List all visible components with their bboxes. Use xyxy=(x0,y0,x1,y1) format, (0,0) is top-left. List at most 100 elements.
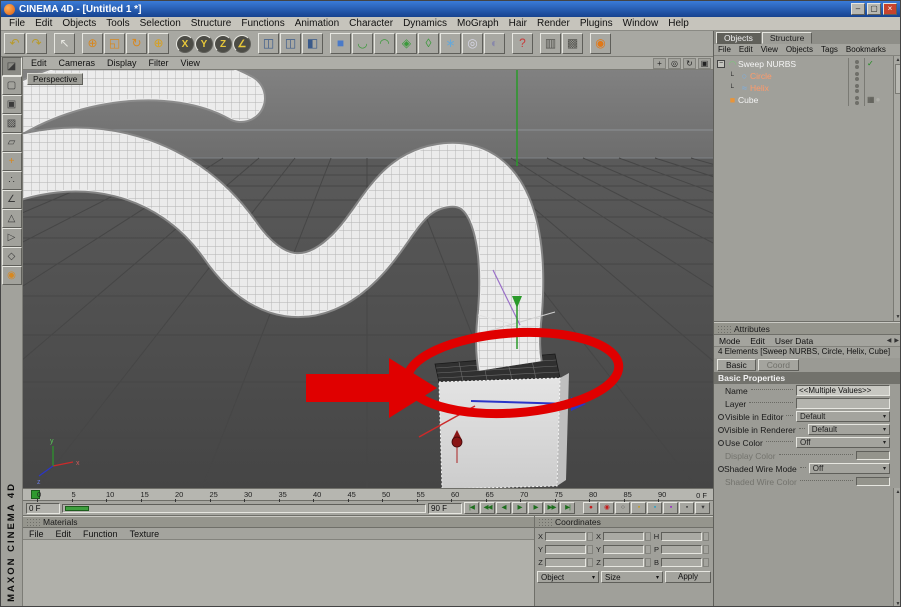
goto-start-button[interactable]: |◀ xyxy=(464,502,479,514)
attributes-scrollbar[interactable]: ▲ ▼ xyxy=(893,488,900,606)
pan-view-icon[interactable]: + xyxy=(653,57,666,69)
apply-button[interactable]: Apply xyxy=(665,571,711,583)
coord-field-size-y[interactable] xyxy=(603,545,644,554)
tab-basic[interactable]: Basic xyxy=(717,359,756,371)
menu-plugins[interactable]: Plugins xyxy=(575,18,618,29)
editor-visibility-dot[interactable] xyxy=(854,83,859,88)
render-visibility-dot[interactable] xyxy=(854,64,859,69)
texture-tag-icon[interactable]: ▦ xyxy=(867,95,875,105)
record-rotation-button[interactable]: ▪ xyxy=(663,502,678,514)
timeline-ruler[interactable]: 0 F 0 5 10 15 20 25 30 35 40 45 50 55 60 65 70 75 80 85 90 xyxy=(23,488,713,502)
lock-x-axis-icon[interactable]: X xyxy=(176,34,194,53)
menu-render[interactable]: Render xyxy=(532,18,575,29)
viewport-menu-cameras[interactable]: Cameras xyxy=(53,58,102,68)
rotate-view-icon[interactable]: ↻ xyxy=(683,57,696,69)
start-frame-field[interactable]: 0 F xyxy=(26,502,60,514)
menu-selection[interactable]: Selection xyxy=(135,18,186,29)
stepper-icon[interactable] xyxy=(703,532,709,541)
coord-field-rotation-b[interactable] xyxy=(661,558,702,567)
materials-list-area[interactable] xyxy=(23,540,534,606)
edges-mode-icon[interactable]: ∠ xyxy=(1,190,22,209)
viewport[interactable]: x y z Perspective xyxy=(23,70,713,488)
mocca-icon[interactable]: ◉ xyxy=(590,33,611,54)
add-particles-icon[interactable]: ∗ xyxy=(440,33,461,54)
attributes-title-bar[interactable]: Attributes xyxy=(714,322,900,335)
viewport-menu-display[interactable]: Display xyxy=(101,58,143,68)
object-menu-edit[interactable]: Edit xyxy=(735,45,757,54)
next-frame-button[interactable]: ▶ xyxy=(528,502,543,514)
menu-objects[interactable]: Objects xyxy=(57,18,101,29)
add-nurbs-icon[interactable]: ◠ xyxy=(374,33,395,54)
previous-frame-button[interactable]: ◀ xyxy=(496,502,511,514)
viewport-menu-filter[interactable]: Filter xyxy=(143,58,175,68)
coord-field-rotation-h[interactable] xyxy=(661,532,702,541)
materials-title-bar[interactable]: Materials xyxy=(23,516,534,528)
render-active-objects-icon[interactable]: ◫ xyxy=(280,33,301,54)
previous-key-button[interactable]: ◀◀ xyxy=(480,502,495,514)
visibility-dots[interactable] xyxy=(848,94,864,106)
attr-dropdown-use-color[interactable]: Off ▾ xyxy=(796,437,890,448)
attr-dropdown-visible-in-renderer[interactable]: Default ▾ xyxy=(807,424,890,435)
section-header[interactable]: Basic Properties xyxy=(714,372,900,384)
menu-window[interactable]: Window xyxy=(618,18,664,29)
materials-menu-function[interactable]: Function xyxy=(77,529,124,539)
record-position-button[interactable]: ▪ xyxy=(631,502,646,514)
tree-row-circle[interactable]: └ ○ Circle xyxy=(714,70,894,82)
move-tool-icon[interactable]: ⊕ xyxy=(82,33,103,54)
object-menu-file[interactable]: File xyxy=(714,45,735,54)
stepper-icon[interactable] xyxy=(587,545,593,554)
coordinates-title-bar[interactable]: Coordinates xyxy=(535,516,713,528)
render-visibility-dot[interactable] xyxy=(854,100,859,105)
timeline-slider-handle[interactable] xyxy=(65,505,89,511)
object-menu-tags[interactable]: Tags xyxy=(817,45,842,54)
attr-dropdown-visible-in-editor[interactable]: Default ▾ xyxy=(796,411,890,422)
menu-file[interactable]: File xyxy=(4,18,30,29)
zoom-view-icon[interactable]: ◎ xyxy=(668,57,681,69)
attr-menu-edit[interactable]: Edit xyxy=(745,336,770,346)
add-deformer-icon[interactable]: ◊ xyxy=(418,33,439,54)
lock-y-axis-icon[interactable]: Y xyxy=(195,34,213,53)
stepper-icon[interactable] xyxy=(703,558,709,567)
snap-settings-icon[interactable]: ▩ xyxy=(562,33,583,54)
attr-layer-box[interactable] xyxy=(796,398,890,409)
add-spline-icon[interactable]: ◡ xyxy=(352,33,373,54)
live-selection-icon[interactable]: ↖ xyxy=(54,33,75,54)
menu-hair[interactable]: Hair xyxy=(504,18,532,29)
polygons-mode-icon[interactable]: △ xyxy=(1,209,22,228)
undo-icon[interactable]: ↶ xyxy=(4,33,25,54)
tree-row-helix[interactable]: └ ≈ Helix xyxy=(714,82,894,94)
record-keyframe-button[interactable]: ● xyxy=(583,502,598,514)
coord-field-size-x[interactable] xyxy=(603,532,644,541)
history-back-icon[interactable]: ◀ xyxy=(887,337,892,344)
animation-mode-icon[interactable]: ▷ xyxy=(1,228,22,247)
record-parameter-button[interactable]: ▪ xyxy=(679,502,694,514)
timeline-slider[interactable] xyxy=(62,503,426,513)
title-bar[interactable]: CINEMA 4D - [Untitled 1 *] – ▢ × xyxy=(1,1,900,17)
menu-animation[interactable]: Animation xyxy=(290,18,344,29)
maximize-view-icon[interactable]: ▣ xyxy=(698,57,711,69)
phong-tag-icon[interactable]: ● xyxy=(876,95,881,105)
add-primitive-icon[interactable]: ■ xyxy=(330,33,351,54)
tab-objects[interactable]: Objects xyxy=(716,32,761,44)
menu-tools[interactable]: Tools xyxy=(101,18,134,29)
stepper-icon[interactable] xyxy=(703,545,709,554)
cube-object[interactable] xyxy=(434,353,569,488)
rotate-tool-icon[interactable]: ↻ xyxy=(126,33,147,54)
object-axis-mode-icon[interactable]: + xyxy=(1,152,22,171)
play-forward-button[interactable]: ▶ xyxy=(512,502,527,514)
attr-menu-user-data[interactable]: User Data xyxy=(770,336,818,346)
render-view-icon[interactable]: ◫ xyxy=(258,33,279,54)
coord-field-rotation-p[interactable] xyxy=(661,545,702,554)
menu-dynamics[interactable]: Dynamics xyxy=(398,18,452,29)
materials-menu-file[interactable]: File xyxy=(23,529,50,539)
object-menu-view[interactable]: View xyxy=(757,45,782,54)
visibility-dots[interactable] xyxy=(848,58,864,70)
make-editable-icon[interactable]: ◪ xyxy=(1,57,22,76)
tree-row-cube[interactable]: ■ Cube ▦ ● xyxy=(714,94,894,106)
autokeying-button[interactable]: ◉ xyxy=(599,502,614,514)
scroll-up-icon[interactable]: ▲ xyxy=(896,488,900,496)
redo-icon[interactable]: ↷ xyxy=(26,33,47,54)
viewport-menu-view[interactable]: View xyxy=(175,58,206,68)
editor-visibility-dot[interactable] xyxy=(854,95,859,100)
maximize-button-icon[interactable]: ▢ xyxy=(867,3,881,15)
